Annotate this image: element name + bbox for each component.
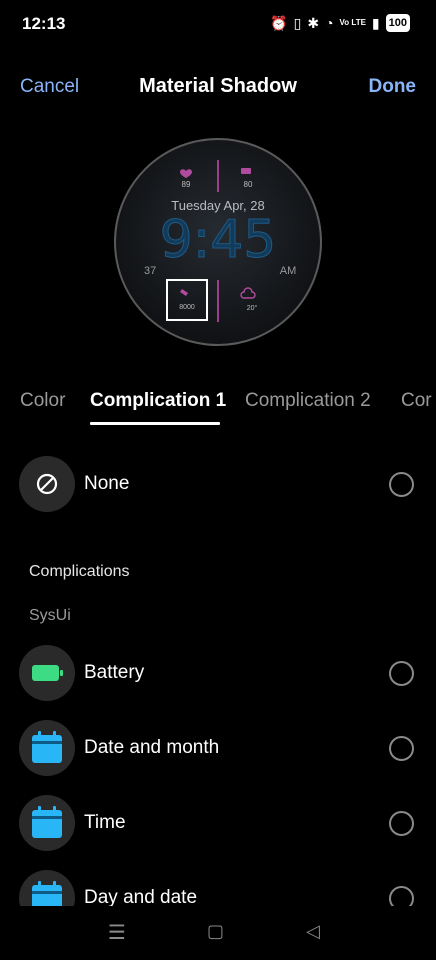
- selected-complication-highlight: [166, 279, 208, 321]
- option-time[interactable]: Time: [0, 795, 436, 853]
- calendar-icon-container: [19, 720, 75, 776]
- bluetooth-icon: ✱: [307, 15, 320, 31]
- system-navigation-bar: ☰ ▢ ◁: [0, 906, 436, 960]
- bottom-right-complication-value: 20°: [247, 304, 258, 312]
- none-icon-container: [19, 456, 75, 512]
- option-label: Time: [84, 812, 126, 833]
- heart-icon: [180, 169, 192, 178]
- bottom-left-complication-value: 8000: [179, 304, 195, 311]
- top-right-complication-value: 80: [244, 180, 253, 189]
- radio-button[interactable]: [389, 736, 414, 761]
- radio-button[interactable]: [389, 661, 414, 686]
- option-none[interactable]: None: [0, 456, 436, 514]
- option-date-and-month[interactable]: Date and month: [0, 720, 436, 778]
- tab-complication-2[interactable]: Complication 2: [245, 390, 371, 412]
- status-bar: 12:13 ⏰ ▯ ✱ ◔ Vo LTE ▮ 100: [0, 0, 436, 48]
- watch-left-value: 37: [144, 265, 156, 277]
- watch-time: 9:45: [160, 210, 277, 270]
- status-icons: ⏰ ▯ ✱ ◔ Vo LTE ▮ 100: [270, 14, 410, 32]
- radio-button[interactable]: [389, 472, 414, 497]
- wifi-icon: ◔: [325, 15, 334, 31]
- weather-icon: [240, 287, 256, 299]
- home-icon[interactable]: ▢: [207, 921, 224, 942]
- option-label: Battery: [84, 662, 145, 683]
- volte-icon: Vo LTE: [339, 18, 366, 27]
- tab-color[interactable]: Color: [20, 390, 65, 412]
- top-left-complication-value: 89: [182, 180, 191, 189]
- watch-ampm: AM: [280, 265, 297, 277]
- option-label: Date and month: [84, 737, 220, 758]
- watch-face-graphic: 89 80 Tuesday Apr, 28 9:45 37 AM 8000 20…: [144, 160, 297, 322]
- option-label: None: [84, 473, 130, 494]
- alarm-icon: ⏰: [270, 15, 288, 31]
- battery-indicator: 100: [385, 14, 410, 32]
- active-tab-indicator: [90, 422, 220, 425]
- section-heading: Complications: [29, 563, 130, 580]
- tab-row: Color Complication 1 Complication 2 Cor: [0, 386, 436, 430]
- tab-complication-1[interactable]: Complication 1: [90, 390, 226, 412]
- watch-face-preview: 89 80 Tuesday Apr, 28 9:45 37 AM 8000 20…: [114, 138, 322, 346]
- done-button[interactable]: Done: [369, 76, 417, 98]
- radio-button[interactable]: [389, 811, 414, 836]
- section-subheading: SysUi: [29, 607, 71, 624]
- tab-complication-3[interactable]: Cor: [401, 390, 432, 412]
- calendar-icon: [32, 731, 62, 763]
- watch-battery-icon: [241, 168, 251, 174]
- status-time: 12:13: [22, 14, 66, 33]
- menu-icon[interactable]: ☰: [108, 920, 126, 945]
- battery-icon-container: [19, 645, 75, 701]
- vibrate-icon: ▯: [293, 15, 302, 31]
- calendar-icon: [32, 806, 62, 838]
- signal-icon: ▮: [371, 15, 380, 31]
- option-battery[interactable]: Battery: [0, 645, 436, 703]
- back-icon[interactable]: ◁: [306, 921, 320, 942]
- battery-icon: [32, 665, 63, 681]
- top-app-bar: Cancel Material Shadow Done: [0, 68, 436, 104]
- steps-icon: [180, 289, 188, 296]
- block-icon: [36, 473, 58, 495]
- calendar-icon-container: [19, 795, 75, 851]
